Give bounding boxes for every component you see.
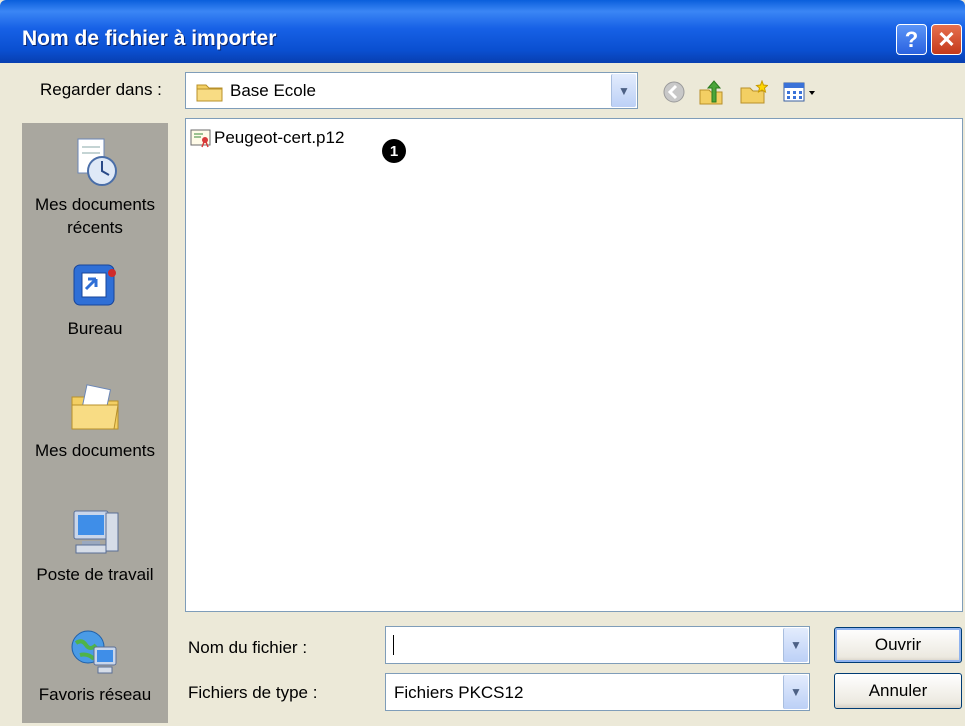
look-in-value: Base Ecole [230,81,316,100]
chevron-down-icon[interactable]: ▼ [783,675,808,709]
look-in-dropdown[interactable]: Base Ecole ▼ [185,72,638,109]
file-type-value: Fichiers PKCS12 [394,683,524,702]
place-label-desktop: Bureau [67,319,123,338]
open-button[interactable]: Ouvrir [834,627,962,663]
place-my-computer[interactable]: Poste de travail [22,505,168,586]
file-name: Peugeot-cert.p12 [214,128,345,147]
place-label-my-documents: Mes documents [35,441,155,460]
back-icon[interactable] [662,80,686,104]
place-network[interactable]: Favoris réseau [22,625,168,706]
help-button[interactable]: ? [896,24,927,55]
place-recent-documents[interactable]: Mes documents récents [22,135,168,239]
look-in-label: Regarder dans : [40,80,162,99]
file-list[interactable]: Peugeot-cert.p12 1 [185,118,963,612]
close-button[interactable]: ✕ [931,24,962,55]
chevron-down-icon[interactable]: ▼ [783,628,808,662]
places-bar: Mes documents récents Bureau Mes documen… [22,123,168,723]
place-my-documents[interactable]: Mes documents [22,381,168,462]
file-type-dropdown[interactable]: Fichiers PKCS12 ▼ [385,673,810,711]
desktop-icon [73,264,116,306]
my-documents-icon [71,384,119,430]
certificate-file-icon [190,129,211,148]
text-caret [393,635,394,655]
place-label-network: Favoris réseau [38,685,152,704]
up-folder-icon[interactable] [698,80,724,106]
my-computer-icon [73,510,119,554]
network-places-icon [71,630,117,674]
list-item[interactable]: Peugeot-cert.p12 [190,127,344,149]
view-menu-icon[interactable] [782,80,822,104]
new-folder-icon[interactable] [740,80,768,104]
file-name-label: Nom du fichier : [188,638,308,657]
folder-icon [196,84,223,102]
chevron-down-icon[interactable]: ▼ [611,74,636,107]
title-bar[interactable]: Nom de fichier à importer ? ✕ [0,0,965,63]
callout-marker: 1 [382,139,406,163]
dialog-title: Nom de fichier à importer [22,27,277,50]
file-type-label: Fichiers de type : [188,683,318,702]
cancel-button[interactable]: Annuler [834,673,962,709]
place-label-my-computer: Poste de travail [36,565,154,584]
recent-documents-icon [77,138,117,186]
file-name-input[interactable]: ▼ [385,626,810,664]
place-label-recent: Mes documents récents [35,195,155,237]
place-desktop[interactable]: Bureau [22,259,168,340]
